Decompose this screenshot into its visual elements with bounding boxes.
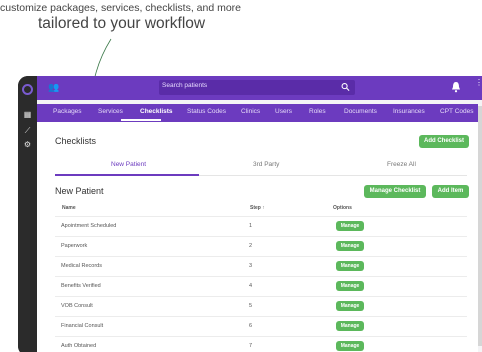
manage-button[interactable]: Manage (336, 221, 364, 231)
row-step: 4 (249, 283, 253, 289)
tab-clinics[interactable]: Clinics (241, 108, 260, 115)
subtab-freeze-all[interactable]: Freeze All (387, 161, 416, 168)
subtab-3rd-party[interactable]: 3rd Party (253, 161, 279, 168)
list-title: New Patient (55, 186, 104, 196)
checklists-panel: Checklists Add Checklist New Patient 3rd… (37, 122, 478, 352)
active-tab-indicator (121, 119, 161, 121)
row-name: Paperwork (61, 243, 88, 249)
sidebar: ▦ ⟋ ⚙ (18, 76, 37, 352)
table-row: VOB Consult 5 Manage (55, 296, 467, 316)
table-row: Benefits Verified 4 Manage (55, 276, 467, 296)
row-step: 7 (249, 343, 253, 349)
sort-ascending-icon: ↑ (262, 205, 265, 211)
row-step: 5 (249, 303, 253, 309)
tab-insurances[interactable]: Insurances (393, 108, 425, 115)
device-frame: ▦ ⟋ ⚙ 👥 Search patients ⋮ Packages Servi… (18, 76, 482, 352)
row-step: 1 (249, 223, 253, 229)
tab-cpt-codes[interactable]: CPT Codes (440, 108, 473, 115)
tab-users[interactable]: Users (275, 108, 292, 115)
column-header-options: Options (333, 205, 352, 211)
table-row: Auth Obtained 7 Manage (55, 336, 467, 352)
column-header-name[interactable]: Name (62, 205, 76, 211)
add-checklist-button[interactable]: Add Checklist (419, 135, 469, 148)
search-input[interactable]: Search patients (159, 80, 355, 95)
row-name: Medical Records (61, 263, 102, 269)
table-row: Paperwork 2 Manage (55, 236, 467, 256)
app-logo-icon (22, 84, 33, 95)
caption-line1: customize packages, services, checklists… (0, 2, 242, 14)
search-icon[interactable] (341, 82, 350, 92)
manage-button[interactable]: Manage (336, 281, 364, 291)
app-window: 👥 Search patients ⋮ Packages Services Ch… (37, 76, 482, 352)
row-name: Benefits Verified (61, 283, 101, 289)
manage-button[interactable]: Manage (336, 241, 364, 251)
manage-checklist-button[interactable]: Manage Checklist (364, 185, 426, 198)
tab-checklists[interactable]: Checklists (140, 108, 173, 115)
table-row: Financial Consult 6 Manage (55, 316, 467, 336)
tab-packages[interactable]: Packages (53, 108, 82, 115)
gear-icon[interactable]: ⚙ (23, 140, 32, 149)
row-step: 3 (249, 263, 253, 269)
search-placeholder: Search patients (162, 82, 208, 89)
settings-tabs: Packages Services Checklists Status Code… (37, 104, 478, 122)
grid-icon[interactable]: ▦ (23, 110, 32, 119)
column-header-step[interactable]: Step ↑ (250, 205, 265, 211)
table-row: Medical Records 3 Manage (55, 256, 467, 276)
table-row: Apointment Scheduled 1 Manage (55, 216, 467, 236)
manage-button[interactable]: Manage (336, 341, 364, 351)
manage-button[interactable]: Manage (336, 301, 364, 311)
tab-roles[interactable]: Roles (309, 108, 326, 115)
tab-documents[interactable]: Documents (344, 108, 377, 115)
row-step: 6 (249, 323, 253, 329)
scrollbar[interactable] (478, 106, 482, 346)
add-item-button[interactable]: Add Item (432, 185, 469, 198)
tab-services[interactable]: Services (98, 108, 123, 115)
row-step: 2 (249, 243, 253, 249)
manage-button[interactable]: Manage (336, 261, 364, 271)
column-header-step-label: Step (250, 205, 261, 211)
subtab-new-patient[interactable]: New Patient (111, 161, 146, 168)
tab-status-codes[interactable]: Status Codes (187, 108, 226, 115)
row-name: Financial Consult (61, 323, 104, 329)
more-menu-icon[interactable]: ⋮ (475, 79, 482, 93)
chart-icon[interactable]: ⟋ (23, 126, 32, 135)
bell-icon[interactable] (451, 81, 461, 93)
row-name: Apointment Scheduled (61, 223, 117, 229)
row-name: Auth Obtained (61, 343, 97, 349)
manage-button[interactable]: Manage (336, 321, 364, 331)
checklists-title: Checklists (55, 136, 97, 146)
caption-line2: tailored to your workflow (38, 15, 206, 32)
top-bar: 👥 Search patients ⋮ (37, 76, 482, 100)
active-subtab-indicator (55, 174, 199, 176)
users-plus-icon[interactable]: 👥 (48, 82, 60, 92)
row-name: VOB Consult (61, 303, 93, 309)
